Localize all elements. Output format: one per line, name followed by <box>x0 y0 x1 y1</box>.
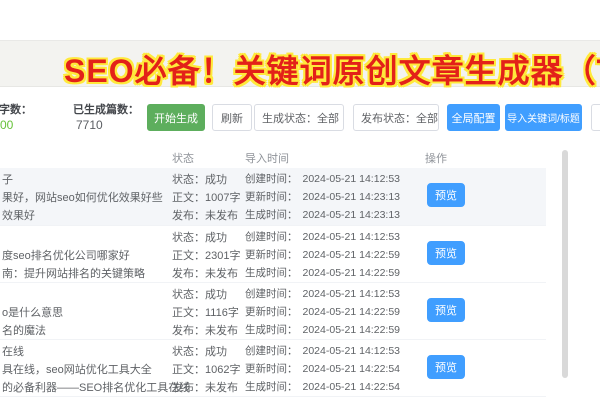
row-time-line: 创建时间： 2024-05-21 14:12:53 <box>245 343 400 358</box>
time-value: 2024-05-21 14:22:59 <box>303 306 401 318</box>
row-title-line: 名的魔法 <box>2 322 46 338</box>
row-time-line: 创建时间： 2024-05-21 14:12:53 <box>245 171 400 186</box>
generated-count-value: 7710 <box>76 118 103 132</box>
row-time-line: 创建时间： 2024-05-21 14:12:53 <box>245 229 400 244</box>
row-status-line: 发布：未发布 <box>172 265 238 281</box>
preview-button[interactable]: 预览 <box>427 241 465 265</box>
overlay-title: SEO必备！关键词原创文章生成器（TD <box>64 46 600 92</box>
row-time-line: 创建时间： 2024-05-21 14:12:53 <box>245 286 400 301</box>
time-label: 更新时间： <box>245 191 298 203</box>
clipped-right-button[interactable]: 导 <box>591 104 600 131</box>
time-label: 生成时间： <box>245 324 298 336</box>
row-title-line: 子 <box>2 171 13 187</box>
column-header-import-time: 导入时间 <box>245 150 289 166</box>
time-label: 生成时间： <box>245 209 298 221</box>
time-label: 创建时间： <box>245 231 298 243</box>
row-status-line: 状态：成功 <box>172 229 227 245</box>
app-window: SEO必备！关键词原创文章生成器（TD 用字数： 00 已生成篇数： 7710 … <box>0 0 600 400</box>
time-label: 创建时间： <box>245 173 298 185</box>
table-row: 度seo排名优化公司哪家好南：提升网站排名的关键策略 状态：成功正文：2301字发… <box>0 225 546 282</box>
vertical-scrollbar[interactable] <box>562 150 568 378</box>
time-label: 创建时间： <box>245 288 298 300</box>
table-body: 子果好，网站seo如何优化效果好些效果好状态：成功正文：1007字发布：未发布创… <box>0 168 600 400</box>
table-row: 子果好，网站seo如何优化效果好些效果好 状态：成功正文：1007字发布：未发布 创… <box>0 168 546 225</box>
row-status-line: 发布：未发布 <box>172 322 238 338</box>
row-time-line: 生成时间： 2024-05-21 14:22:59 <box>245 322 400 337</box>
time-value: 2024-05-21 14:22:59 <box>303 324 401 336</box>
row-time-line: 更新时间： 2024-05-21 14:22:59 <box>245 304 400 319</box>
time-value: 2024-05-21 14:23:13 <box>303 191 401 203</box>
import-keywords-button[interactable]: 导入关键词/标题 <box>505 104 582 131</box>
row-status-line: 状态：成功 <box>172 343 227 359</box>
column-header-status: 状态 <box>172 150 194 166</box>
row-time-line: 更新时间： 2024-05-21 14:23:13 <box>245 189 400 204</box>
row-title-line: 在线 <box>2 343 24 359</box>
row-title-line: 果好，网站seo如何优化效果好些 <box>2 189 163 205</box>
generated-count-label: 已生成篇数： <box>73 101 139 117</box>
time-value: 2024-05-21 14:12:53 <box>303 288 401 300</box>
row-title-line: 具在线，seo网站优化工具大全 <box>2 361 152 377</box>
global-config-button[interactable]: 全局配置 <box>447 104 500 131</box>
row-time-line: 更新时间： 2024-05-21 14:22:59 <box>245 247 400 262</box>
publish-status-select[interactable]: 发布状态：全部 <box>353 104 439 131</box>
refresh-button[interactable]: 刷新 <box>212 104 252 131</box>
row-status-line: 正文：1062字 <box>172 361 240 377</box>
time-label: 生成时间： <box>245 381 298 393</box>
time-value: 2024-05-21 14:22:59 <box>303 267 401 279</box>
row-title-line: 效果好 <box>2 207 35 223</box>
row-status-line: 正文：1116字 <box>172 304 239 320</box>
time-value: 2024-05-21 14:23:13 <box>303 209 401 221</box>
row-time-line: 生成时间： 2024-05-21 14:23:13 <box>245 207 400 222</box>
top-whitespace-bar <box>0 0 600 41</box>
time-value: 2024-05-21 14:22:54 <box>303 381 401 393</box>
table-row: 在线具在线，seo网站优化工具大全的必备利器——SEO排名优化工具在线 状态：成功… <box>0 339 546 396</box>
row-status-line: 正文：2301字 <box>172 247 240 263</box>
table-row: o是什么意思名的魔法 状态：成功正文：1116字发布：未发布 创建时间： 2024-0… <box>0 282 546 339</box>
row-title-line: 度seo排名优化公司哪家好 <box>2 247 130 263</box>
time-label: 更新时间： <box>245 306 298 318</box>
start-generate-button[interactable]: 开始生成 <box>147 104 205 131</box>
time-value: 2024-05-21 14:22:59 <box>303 249 401 261</box>
time-label: 创建时间： <box>245 345 298 357</box>
row-time-line: 生成时间： 2024-05-21 14:22:54 <box>245 379 400 394</box>
row-status-line: 发布：未发布 <box>172 207 238 223</box>
time-value: 2024-05-21 14:12:53 <box>303 173 401 185</box>
column-header-action: 操作 <box>425 150 447 166</box>
words-count-value: 00 <box>0 118 13 132</box>
generate-status-select[interactable]: 生成状态：全部 <box>254 104 344 131</box>
row-title-line: 的必备利器——SEO排名优化工具在线 <box>2 379 190 395</box>
row-status-line: 正文：1007字 <box>172 189 240 205</box>
time-label: 更新时间： <box>245 363 298 375</box>
time-value: 2024-05-21 14:12:53 <box>303 345 401 357</box>
words-count-label: 用字数： <box>0 101 32 117</box>
row-title-line: o是什么意思 <box>2 304 63 320</box>
table-row: 状态：成功创建时间：2024-05-21 14:12:53 <box>0 396 546 400</box>
time-value: 2024-05-21 14:22:54 <box>303 363 401 375</box>
row-time-line: 更新时间： 2024-05-21 14:22:54 <box>245 361 400 376</box>
preview-button[interactable]: 预览 <box>427 183 465 207</box>
preview-button[interactable]: 预览 <box>427 355 465 379</box>
row-title-line: 南：提升网站排名的关键策略 <box>2 265 145 281</box>
time-value: 2024-05-21 14:12:53 <box>303 231 401 243</box>
preview-button[interactable]: 预览 <box>427 298 465 322</box>
row-status-line: 状态：成功 <box>172 171 227 187</box>
row-status-line: 状态：成功 <box>172 286 227 302</box>
time-label: 生成时间： <box>245 267 298 279</box>
row-status-line: 发布：未发布 <box>172 379 238 395</box>
time-label: 更新时间： <box>245 249 298 261</box>
row-time-line: 生成时间： 2024-05-21 14:22:59 <box>245 265 400 280</box>
